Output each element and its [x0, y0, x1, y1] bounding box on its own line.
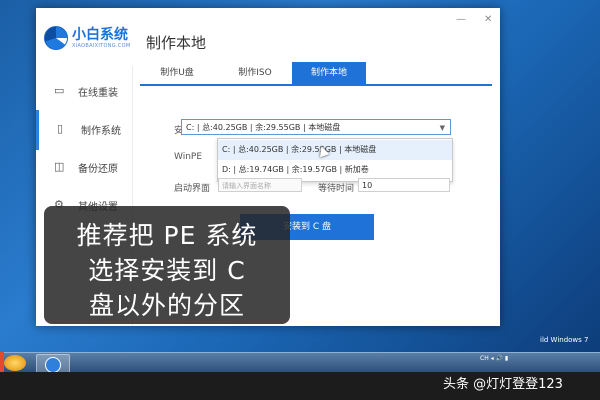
caption-line: 推荐把 PE 系统	[76, 221, 258, 250]
side-strip	[0, 352, 4, 372]
page-title: 制作本地	[146, 34, 207, 52]
tab-make-iso[interactable]: 制作ISO	[218, 62, 292, 84]
brand-sub: XIAOBAIXITONG.COM	[72, 43, 131, 49]
taskbar-app-button[interactable]	[36, 354, 70, 374]
logo-icon	[44, 26, 68, 50]
sidebar-item-online-reinstall[interactable]: ▭ 在线重装	[36, 72, 132, 112]
tab-make-usb[interactable]: 制作U盘	[140, 62, 214, 84]
app-logo: 小白系统 XIAOBAIXITONG.COM	[44, 22, 136, 56]
install-path-dropdown: C: | 总:40.25GB | 余:29.55GB | 本地磁盘 D: | 总…	[217, 138, 453, 182]
winpe-label: WinPE	[174, 152, 203, 162]
minimize-button[interactable]: —	[456, 14, 466, 25]
caption-line: 选择安装到 C	[88, 256, 246, 285]
sidebar-item-backup-restore[interactable]: ◫ 备份还原	[36, 148, 132, 188]
wait-time-label: 等待时间	[318, 184, 355, 194]
caption-line: 盘以外的分区	[88, 291, 245, 320]
install-path-value: C: | 总:40.25GB | 余:29.55GB | 本地磁盘	[186, 123, 341, 132]
watermark: 头条 @灯灯登登123	[443, 377, 563, 392]
sidebar-item-label: 在线重装	[78, 88, 118, 99]
backup-icon: ◫	[54, 160, 65, 173]
sidebar-item-label: 备份还原	[78, 164, 118, 175]
boot-screen-label: 启动界面	[174, 184, 211, 194]
chevron-down-icon: ▼	[439, 124, 445, 132]
system-tray[interactable]: CH ◂ 🔊 ▮	[480, 355, 508, 362]
app-icon	[45, 357, 61, 373]
dropdown-option-c[interactable]: C: | 总:40.25GB | 余:29.55GB | 本地磁盘	[218, 140, 452, 160]
sidebar-item-make-system[interactable]: ▯ 制作系统	[36, 110, 135, 150]
tab-make-local[interactable]: 制作本地	[292, 62, 366, 84]
wait-time-input[interactable]: 10	[358, 178, 450, 192]
usb-icon: ▯	[57, 122, 64, 135]
brand-name: 小白系统	[72, 27, 128, 43]
boot-screen-input[interactable]: 请输入界面名称	[218, 178, 302, 192]
start-button[interactable]	[4, 355, 26, 371]
sidebar-item-label: 制作系统	[81, 126, 121, 137]
windows-version-text: ild Windows 7	[540, 336, 589, 344]
tab-bar: 制作U盘 制作ISO 制作本地	[140, 62, 492, 86]
close-button[interactable]: ✕	[484, 14, 492, 25]
dropdown-option-d[interactable]: D: | 总:19.74GB | 余:19.57GB | 新加卷	[218, 160, 452, 180]
monitor-icon: ▭	[54, 84, 65, 97]
video-caption: 推荐把 PE 系统 选择安装到 C 盘以外的分区	[44, 206, 290, 324]
taskbar: CH ◂ 🔊 ▮	[0, 352, 600, 374]
install-path-select[interactable]: C: | 总:40.25GB | 余:29.55GB | 本地磁盘 ▼	[181, 119, 451, 135]
window-header: 小白系统 XIAOBAIXITONG.COM 制作本地 — ✕	[36, 8, 500, 66]
